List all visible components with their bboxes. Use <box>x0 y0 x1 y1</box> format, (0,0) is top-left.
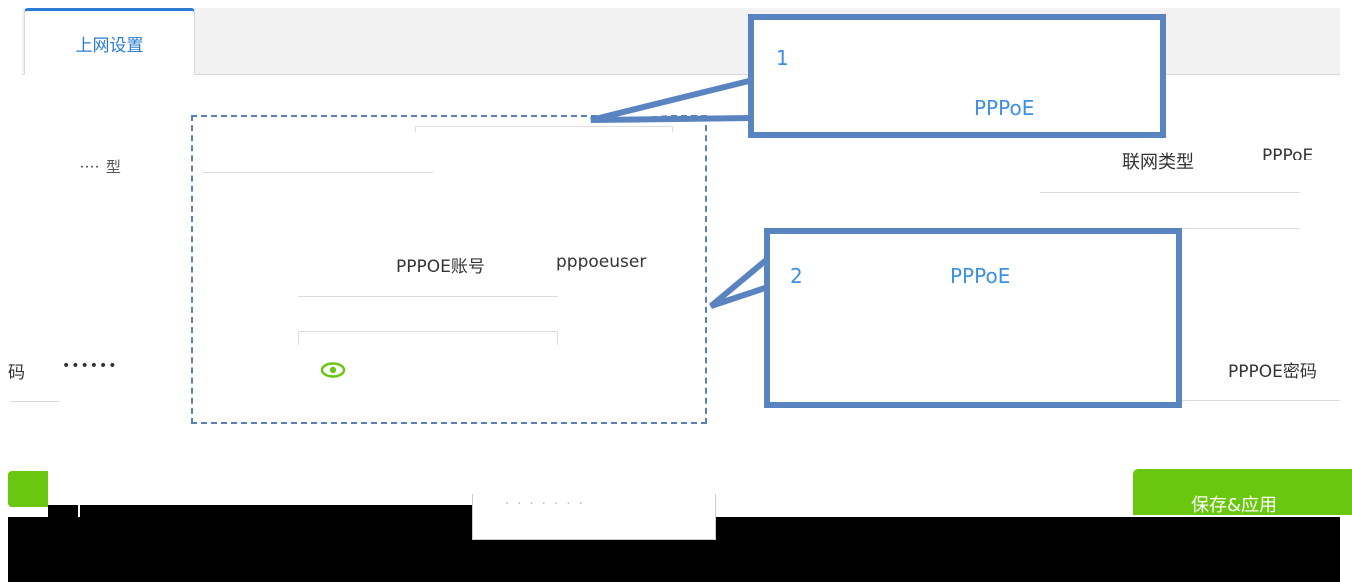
account-underline <box>298 296 558 297</box>
pppoe-account-input[interactable]: pppoeuser <box>556 252 646 272</box>
tab-label: 上网设置 <box>75 35 144 56</box>
save-apply-button[interactable]: 保存&应用 <box>1133 469 1352 515</box>
callout-2-text: PPPoE <box>950 264 1011 288</box>
callout-1-pointer <box>590 77 754 123</box>
callout-1: 1 PPPoE <box>748 14 1166 138</box>
callout-2-number: 2 <box>790 264 803 288</box>
callout-1-number: 1 <box>776 46 789 70</box>
connection-underline <box>1040 192 1300 193</box>
pppoe-password-label: PPPOE密码 <box>1228 362 1317 382</box>
eye-icon[interactable] <box>320 362 346 378</box>
password-label-fragment: 码 <box>8 363 25 383</box>
pppoe-account-label: PPPOE账号 <box>396 257 485 277</box>
callout-2: 2 PPPoE <box>764 228 1182 408</box>
password-underline-right <box>1180 400 1340 401</box>
password-underline-left <box>10 401 60 402</box>
popup-text-noise: · · · · · · · <box>505 497 585 512</box>
black-overlay <box>80 505 472 517</box>
callout-1-text: PPPoE <box>974 96 1035 120</box>
connection-type-label: 联网类型 <box>1122 152 1194 173</box>
connection-type-value[interactable]: PPPoE <box>1262 146 1313 160</box>
connection-type-label-left: ⸱⸱⸱⸱ 型 <box>80 158 122 176</box>
tab-internet-settings[interactable]: 上网设置 <box>24 8 195 75</box>
password-input-outline <box>298 331 558 345</box>
save-apply-label: 保存&应用 <box>1191 495 1278 515</box>
green-button-left[interactable] <box>8 471 48 507</box>
password-value-left[interactable]: •••••• <box>62 358 118 374</box>
black-overlay <box>48 505 78 517</box>
